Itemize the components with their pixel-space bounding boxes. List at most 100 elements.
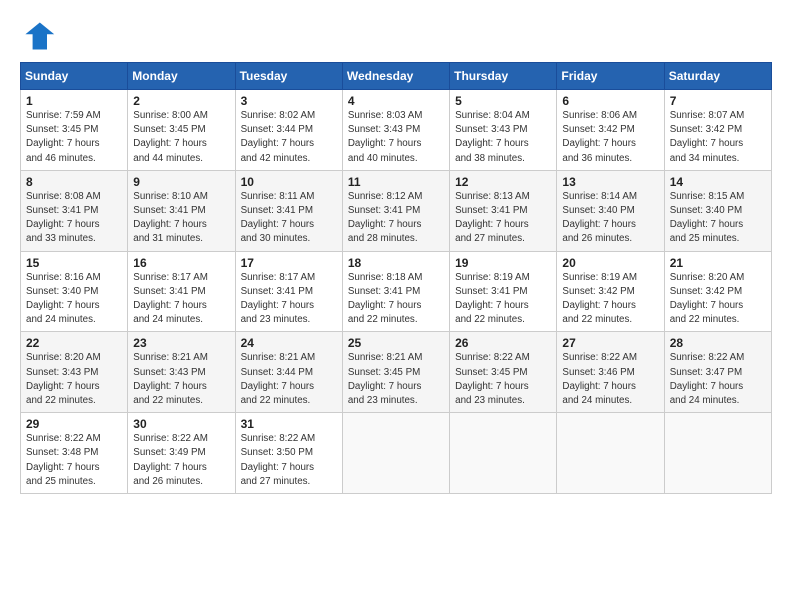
day-cell: 21Sunrise: 8:20 AM Sunset: 3:42 PM Dayli…	[664, 251, 771, 332]
week-row-4: 22Sunrise: 8:20 AM Sunset: 3:43 PM Dayli…	[21, 332, 772, 413]
day-cell: 19Sunrise: 8:19 AM Sunset: 3:41 PM Dayli…	[450, 251, 557, 332]
day-info: Sunrise: 7:59 AM Sunset: 3:45 PM Dayligh…	[26, 109, 122, 166]
day-number: 7	[670, 94, 766, 108]
day-number: 8	[26, 175, 122, 189]
week-row-5: 29Sunrise: 8:22 AM Sunset: 3:48 PM Dayli…	[21, 413, 772, 494]
day-info: Sunrise: 8:22 AM Sunset: 3:45 PM Dayligh…	[455, 351, 551, 408]
day-number: 9	[133, 175, 229, 189]
day-number: 23	[133, 336, 229, 350]
day-info: Sunrise: 8:07 AM Sunset: 3:42 PM Dayligh…	[670, 109, 766, 166]
day-info: Sunrise: 8:22 AM Sunset: 3:46 PM Dayligh…	[562, 351, 658, 408]
day-info: Sunrise: 8:22 AM Sunset: 3:49 PM Dayligh…	[133, 432, 229, 489]
day-number: 25	[348, 336, 444, 350]
day-header-sunday: Sunday	[21, 63, 128, 90]
day-cell: 30Sunrise: 8:22 AM Sunset: 3:49 PM Dayli…	[128, 413, 235, 494]
day-info: Sunrise: 8:20 AM Sunset: 3:42 PM Dayligh…	[670, 271, 766, 328]
day-cell	[450, 413, 557, 494]
day-cell: 22Sunrise: 8:20 AM Sunset: 3:43 PM Dayli…	[21, 332, 128, 413]
day-cell: 9Sunrise: 8:10 AM Sunset: 3:41 PM Daylig…	[128, 170, 235, 251]
day-header-wednesday: Wednesday	[342, 63, 449, 90]
day-cell: 12Sunrise: 8:13 AM Sunset: 3:41 PM Dayli…	[450, 170, 557, 251]
day-cell: 28Sunrise: 8:22 AM Sunset: 3:47 PM Dayli…	[664, 332, 771, 413]
header	[20, 18, 772, 54]
day-cell: 24Sunrise: 8:21 AM Sunset: 3:44 PM Dayli…	[235, 332, 342, 413]
day-cell: 29Sunrise: 8:22 AM Sunset: 3:48 PM Dayli…	[21, 413, 128, 494]
logo-icon	[20, 18, 56, 54]
day-number: 13	[562, 175, 658, 189]
day-cell: 14Sunrise: 8:15 AM Sunset: 3:40 PM Dayli…	[664, 170, 771, 251]
day-cell: 27Sunrise: 8:22 AM Sunset: 3:46 PM Dayli…	[557, 332, 664, 413]
day-number: 18	[348, 256, 444, 270]
day-info: Sunrise: 8:16 AM Sunset: 3:40 PM Dayligh…	[26, 271, 122, 328]
day-info: Sunrise: 8:17 AM Sunset: 3:41 PM Dayligh…	[133, 271, 229, 328]
day-cell	[342, 413, 449, 494]
day-cell: 10Sunrise: 8:11 AM Sunset: 3:41 PM Dayli…	[235, 170, 342, 251]
day-cell	[557, 413, 664, 494]
day-info: Sunrise: 8:10 AM Sunset: 3:41 PM Dayligh…	[133, 190, 229, 247]
day-cell: 1Sunrise: 7:59 AM Sunset: 3:45 PM Daylig…	[21, 90, 128, 171]
day-number: 20	[562, 256, 658, 270]
day-cell: 4Sunrise: 8:03 AM Sunset: 3:43 PM Daylig…	[342, 90, 449, 171]
calendar: SundayMondayTuesdayWednesdayThursdayFrid…	[20, 62, 772, 494]
day-info: Sunrise: 8:08 AM Sunset: 3:41 PM Dayligh…	[26, 190, 122, 247]
day-header-thursday: Thursday	[450, 63, 557, 90]
day-number: 2	[133, 94, 229, 108]
day-info: Sunrise: 8:03 AM Sunset: 3:43 PM Dayligh…	[348, 109, 444, 166]
day-info: Sunrise: 8:18 AM Sunset: 3:41 PM Dayligh…	[348, 271, 444, 328]
day-info: Sunrise: 8:02 AM Sunset: 3:44 PM Dayligh…	[241, 109, 337, 166]
day-number: 30	[133, 417, 229, 431]
day-number: 14	[670, 175, 766, 189]
day-cell: 17Sunrise: 8:17 AM Sunset: 3:41 PM Dayli…	[235, 251, 342, 332]
week-row-3: 15Sunrise: 8:16 AM Sunset: 3:40 PM Dayli…	[21, 251, 772, 332]
day-cell: 31Sunrise: 8:22 AM Sunset: 3:50 PM Dayli…	[235, 413, 342, 494]
day-number: 11	[348, 175, 444, 189]
day-info: Sunrise: 8:17 AM Sunset: 3:41 PM Dayligh…	[241, 271, 337, 328]
day-cell: 11Sunrise: 8:12 AM Sunset: 3:41 PM Dayli…	[342, 170, 449, 251]
day-cell: 7Sunrise: 8:07 AM Sunset: 3:42 PM Daylig…	[664, 90, 771, 171]
day-cell: 3Sunrise: 8:02 AM Sunset: 3:44 PM Daylig…	[235, 90, 342, 171]
week-row-2: 8Sunrise: 8:08 AM Sunset: 3:41 PM Daylig…	[21, 170, 772, 251]
day-number: 21	[670, 256, 766, 270]
day-info: Sunrise: 8:22 AM Sunset: 3:47 PM Dayligh…	[670, 351, 766, 408]
day-info: Sunrise: 8:04 AM Sunset: 3:43 PM Dayligh…	[455, 109, 551, 166]
calendar-header-row: SundayMondayTuesdayWednesdayThursdayFrid…	[21, 63, 772, 90]
day-info: Sunrise: 8:15 AM Sunset: 3:40 PM Dayligh…	[670, 190, 766, 247]
day-cell: 16Sunrise: 8:17 AM Sunset: 3:41 PM Dayli…	[128, 251, 235, 332]
day-cell: 25Sunrise: 8:21 AM Sunset: 3:45 PM Dayli…	[342, 332, 449, 413]
day-number: 31	[241, 417, 337, 431]
day-info: Sunrise: 8:11 AM Sunset: 3:41 PM Dayligh…	[241, 190, 337, 247]
page: SundayMondayTuesdayWednesdayThursdayFrid…	[0, 0, 792, 612]
day-number: 15	[26, 256, 122, 270]
day-number: 17	[241, 256, 337, 270]
day-info: Sunrise: 8:19 AM Sunset: 3:41 PM Dayligh…	[455, 271, 551, 328]
day-info: Sunrise: 8:00 AM Sunset: 3:45 PM Dayligh…	[133, 109, 229, 166]
day-number: 19	[455, 256, 551, 270]
day-cell: 8Sunrise: 8:08 AM Sunset: 3:41 PM Daylig…	[21, 170, 128, 251]
day-number: 12	[455, 175, 551, 189]
day-cell: 13Sunrise: 8:14 AM Sunset: 3:40 PM Dayli…	[557, 170, 664, 251]
day-number: 6	[562, 94, 658, 108]
day-cell: 18Sunrise: 8:18 AM Sunset: 3:41 PM Dayli…	[342, 251, 449, 332]
day-cell: 5Sunrise: 8:04 AM Sunset: 3:43 PM Daylig…	[450, 90, 557, 171]
day-info: Sunrise: 8:14 AM Sunset: 3:40 PM Dayligh…	[562, 190, 658, 247]
day-info: Sunrise: 8:21 AM Sunset: 3:43 PM Dayligh…	[133, 351, 229, 408]
day-info: Sunrise: 8:19 AM Sunset: 3:42 PM Dayligh…	[562, 271, 658, 328]
day-info: Sunrise: 8:20 AM Sunset: 3:43 PM Dayligh…	[26, 351, 122, 408]
day-cell: 20Sunrise: 8:19 AM Sunset: 3:42 PM Dayli…	[557, 251, 664, 332]
week-row-1: 1Sunrise: 7:59 AM Sunset: 3:45 PM Daylig…	[21, 90, 772, 171]
day-number: 22	[26, 336, 122, 350]
day-header-monday: Monday	[128, 63, 235, 90]
day-cell: 6Sunrise: 8:06 AM Sunset: 3:42 PM Daylig…	[557, 90, 664, 171]
day-info: Sunrise: 8:22 AM Sunset: 3:48 PM Dayligh…	[26, 432, 122, 489]
logo	[20, 18, 60, 54]
day-header-saturday: Saturday	[664, 63, 771, 90]
day-number: 3	[241, 94, 337, 108]
day-number: 10	[241, 175, 337, 189]
day-number: 29	[26, 417, 122, 431]
day-number: 1	[26, 94, 122, 108]
day-cell: 26Sunrise: 8:22 AM Sunset: 3:45 PM Dayli…	[450, 332, 557, 413]
day-number: 28	[670, 336, 766, 350]
day-info: Sunrise: 8:06 AM Sunset: 3:42 PM Dayligh…	[562, 109, 658, 166]
day-number: 4	[348, 94, 444, 108]
day-info: Sunrise: 8:22 AM Sunset: 3:50 PM Dayligh…	[241, 432, 337, 489]
